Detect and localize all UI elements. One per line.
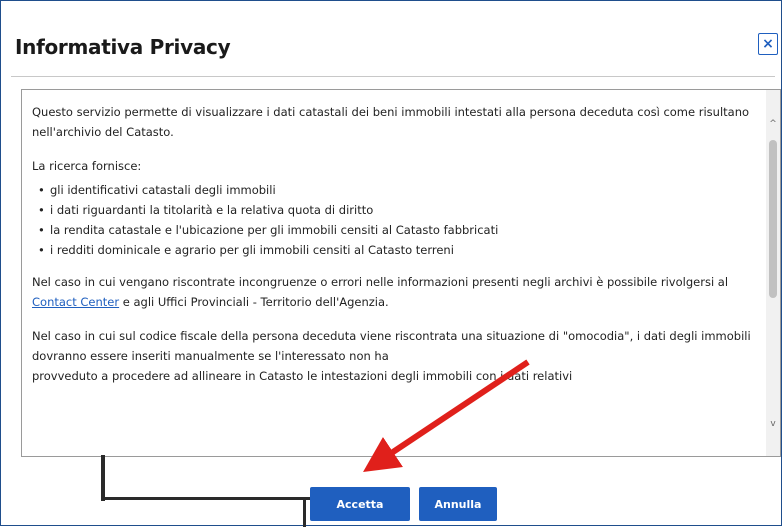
contact-center-link[interactable]: Contact Center: [32, 295, 119, 309]
title-divider: [11, 76, 775, 77]
paragraph-contact-text-end: e agli Uffici Provinciali - Territorio d…: [119, 295, 389, 309]
paragraph-contact: Nel caso in cui vengano riscontrate inco…: [32, 272, 752, 312]
features-list: gli identificativi catastali degli immob…: [32, 180, 752, 260]
accept-button[interactable]: Accetta: [310, 487, 410, 521]
scroll-up-icon[interactable]: ^: [766, 116, 780, 132]
cancel-button[interactable]: Annulla: [419, 487, 497, 521]
list-item: i redditi dominicale e agrario per gli i…: [38, 240, 752, 260]
scroll-down-icon[interactable]: v: [766, 416, 780, 432]
list-item: i dati riguardanti la titolarità e la re…: [38, 200, 752, 220]
privacy-dialog: Informativa Privacy × Questo servizio pe…: [0, 0, 782, 527]
annotation-line: [101, 455, 105, 501]
dialog-title: Informativa Privacy: [15, 35, 231, 59]
paragraph-omocodia-cut: provveduto a procedere ad allineare in C…: [32, 369, 573, 383]
paragraph-omocodia: Nel caso in cui sul codice fiscale della…: [32, 329, 751, 363]
close-icon: ×: [762, 36, 774, 52]
list-item: la rendita catastale e l'ubicazione per …: [38, 220, 752, 240]
scroll-thumb[interactable]: [769, 140, 777, 298]
privacy-text-area[interactable]: Questo servizio permette di visualizzare…: [21, 89, 781, 457]
vertical-scrollbar[interactable]: ^ v: [766, 90, 780, 456]
list-item: gli identificativi catastali degli immob…: [38, 180, 752, 200]
paragraph-contact-text: Nel caso in cui vengano riscontrate inco…: [32, 275, 729, 289]
close-button[interactable]: ×: [758, 33, 778, 55]
privacy-text: Questo servizio permette di visualizzare…: [32, 102, 752, 400]
paragraph-search-provides: La ricerca fornisce:: [32, 159, 142, 173]
annotation-line: [303, 497, 306, 527]
paragraph-intro: Questo servizio permette di visualizzare…: [32, 105, 750, 139]
